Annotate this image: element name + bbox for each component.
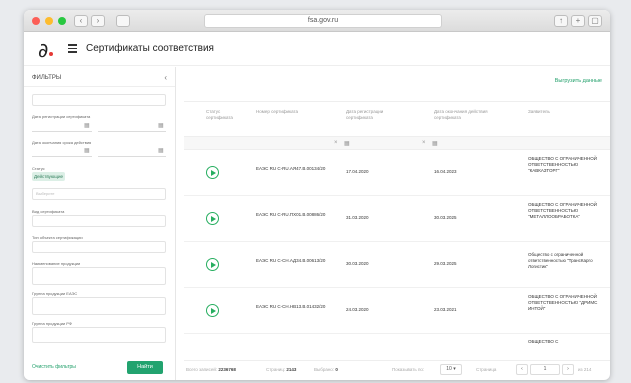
product-name-input[interactable]	[32, 267, 166, 285]
filters-title: ФИЛЬТРЫ	[32, 75, 62, 81]
scheme-placeholder: Выберите	[36, 191, 55, 196]
table-footer: Всего записей: 2236768 Страниц: 2143 Выб…	[184, 360, 610, 378]
scheme-label: Вид сертификата	[32, 209, 65, 214]
page-total: из 214	[578, 367, 592, 372]
product-name-label: Наименование продукции	[32, 261, 81, 266]
calendar-icon[interactable]: ▦	[84, 122, 90, 129]
reg-date-from-input[interactable]	[32, 122, 92, 132]
cell-reg-date: 24.03.2020	[346, 307, 369, 312]
eaeu-code-select[interactable]	[32, 297, 166, 315]
table-row[interactable]: ЕАЭС RU С-СН.АД34.В.00613/20 30.03.2020 …	[184, 242, 610, 288]
cell-number: ЕАЭС RU С-RU.АЯ47.В.00134/20	[256, 166, 326, 171]
cell-applicant: ОБЩЕСТВО С ОГРАНИЧЕННОЙ ОТВЕТСТВЕННОСТЬЮ…	[528, 156, 597, 173]
column-header-reg-date[interactable]: Дата регистрации сертификата	[346, 109, 406, 120]
minimize-window-icon[interactable]	[45, 17, 53, 25]
share-icon[interactable]: ↑	[554, 15, 568, 27]
status-active-icon	[206, 212, 219, 225]
address-bar[interactable]: fsa.gov.ru	[204, 14, 442, 28]
maximize-window-icon[interactable]	[58, 17, 66, 25]
page-input[interactable]: 1	[530, 364, 560, 375]
export-link[interactable]: Выгрузить данные	[555, 78, 602, 84]
pages-count: Страниц: 2143	[266, 367, 297, 372]
table-header: Статус сертификата Номер сертификата Дат…	[184, 101, 610, 137]
cell-applicant: ОБЩЕСТВО С ОГРАНИЧЕННОЙ ОТВЕТСТВЕННОСТЬЮ…	[528, 202, 597, 219]
reg-date-label: Дата регистрации сертификата	[32, 114, 91, 119]
cell-number: ЕАЭС RU С-RU.ПХ01.В.00886/20	[256, 212, 326, 217]
cell-number: ЕАЭС RU С-СН.АД34.В.00613/20	[256, 258, 326, 263]
column-header-number[interactable]: Номер сертификата	[256, 109, 316, 115]
filter-clear-icon[interactable]: ×	[334, 140, 338, 146]
cell-end-date: 16.04.2023	[434, 169, 457, 174]
status-active-icon	[206, 304, 219, 317]
cell-end-date: 30.03.2025	[434, 215, 457, 220]
cell-reg-date: 17.04.2020	[346, 169, 369, 174]
tabs-overview-icon[interactable]: ▢	[588, 15, 602, 27]
end-date-from-input[interactable]	[32, 147, 92, 157]
status-label: Статус	[32, 166, 45, 171]
main-content: Выгрузить данные Статус сертификата Номе…	[176, 67, 610, 380]
column-header-applicant[interactable]: Заявитель	[528, 109, 588, 115]
prev-page-button[interactable]: ‹	[516, 364, 528, 375]
calendar-icon[interactable]: ▦	[158, 122, 164, 129]
object-label: Тип объекта сертификации	[32, 235, 83, 240]
eaeu-code-label: Группа продукции ЕАЭС	[32, 291, 78, 296]
sidebar-toggle-icon[interactable]	[116, 15, 130, 27]
selected-count: Выбрано: 0	[314, 367, 338, 372]
per-page-select[interactable]: 10 ▾	[440, 364, 462, 375]
cell-end-date: 23.03.2021	[434, 307, 457, 312]
column-header-status[interactable]: Статус сертификата	[206, 109, 246, 120]
cell-number: ЕАЭС RU С-СН.НВ13.В.01432/20	[256, 304, 326, 309]
logo-icon[interactable]: ∂	[38, 38, 48, 62]
close-window-icon[interactable]	[32, 17, 40, 25]
reg-date-to-input[interactable]	[98, 122, 166, 132]
cell-applicant: ОБЩЕСТВО С ОГРАНИЧЕННОЙ ОТВЕТСТВЕННОСТЬЮ…	[528, 294, 598, 311]
cell-applicant: ОБЩЕСТВО С	[528, 339, 559, 344]
status-active-icon	[206, 166, 219, 179]
cell-applicant: Общество с ограниченной ответственностью…	[528, 252, 593, 269]
rf-code-select[interactable]	[32, 327, 166, 343]
cell-reg-date: 30.03.2020	[346, 261, 369, 266]
calendar-icon[interactable]: ▦	[344, 140, 350, 147]
logo-dot	[49, 52, 53, 56]
total-records: Всего записей: 2236768	[186, 367, 236, 372]
status-chip[interactable]: Действующие	[32, 172, 65, 181]
rf-code-label: Группа продукции РФ	[32, 321, 72, 326]
calendar-icon[interactable]: ▦	[432, 140, 438, 147]
app-header: ∂ Сертификаты соответствия	[24, 32, 610, 66]
table-row[interactable]: ЕАЭС RU С-RU.ПХ01.В.00886/20 31.03.2020 …	[184, 196, 610, 242]
status-active-icon	[206, 258, 219, 271]
next-page-button[interactable]: ›	[562, 364, 574, 375]
page-title: Сертификаты соответствия	[86, 43, 214, 54]
back-icon[interactable]: ‹	[74, 15, 88, 27]
browser-window: ‹ › fsa.gov.ru ↑ + ▢ ∂ Сертификаты соотв…	[24, 10, 610, 380]
collapse-icon[interactable]: ‹	[164, 73, 167, 82]
filters-header[interactable]: ФИЛЬТРЫ ‹	[24, 67, 175, 87]
forward-icon[interactable]: ›	[91, 15, 105, 27]
column-filter-row: × ▦ × ▦	[184, 137, 610, 150]
end-date-label: Дата окончания срока действия	[32, 140, 92, 145]
table-row[interactable]: ЕАЭС RU С-RU.АЯ47.В.00134/20 17.04.2020 …	[184, 150, 610, 196]
apply-filters-button[interactable]: Найти	[127, 361, 163, 374]
calendar-icon[interactable]: ▦	[158, 147, 164, 154]
cert-type-select[interactable]	[32, 215, 166, 227]
object-type-select[interactable]	[32, 241, 166, 253]
filter-clear-icon[interactable]: ×	[422, 140, 426, 146]
cell-reg-date: 31.03.2020	[346, 215, 369, 220]
calendar-icon[interactable]: ▦	[84, 147, 90, 154]
table-row[interactable]: ОБЩЕСТВО С	[184, 334, 610, 360]
table-row[interactable]: ЕАЭС RU С-СН.НВ13.В.01432/20 24.03.2020 …	[184, 288, 610, 334]
menu-icon[interactable]	[68, 44, 77, 55]
filter-search-input[interactable]	[32, 94, 166, 106]
filters-sidebar: ФИЛЬТРЫ ‹ Дата регистрации сертификата ▦…	[24, 67, 176, 380]
column-header-end-date[interactable]: Дата окончания действия сертификата	[434, 109, 494, 120]
browser-titlebar: ‹ › fsa.gov.ru ↑ + ▢	[24, 10, 610, 32]
end-date-to-input[interactable]	[98, 147, 166, 157]
reset-filters-link[interactable]: Очистить фильтры	[32, 364, 76, 370]
new-tab-icon[interactable]: +	[571, 15, 585, 27]
per-page-label: Показывать по:	[392, 367, 425, 372]
page-label: Страница	[476, 367, 497, 372]
cell-end-date: 29.03.2025	[434, 261, 457, 266]
